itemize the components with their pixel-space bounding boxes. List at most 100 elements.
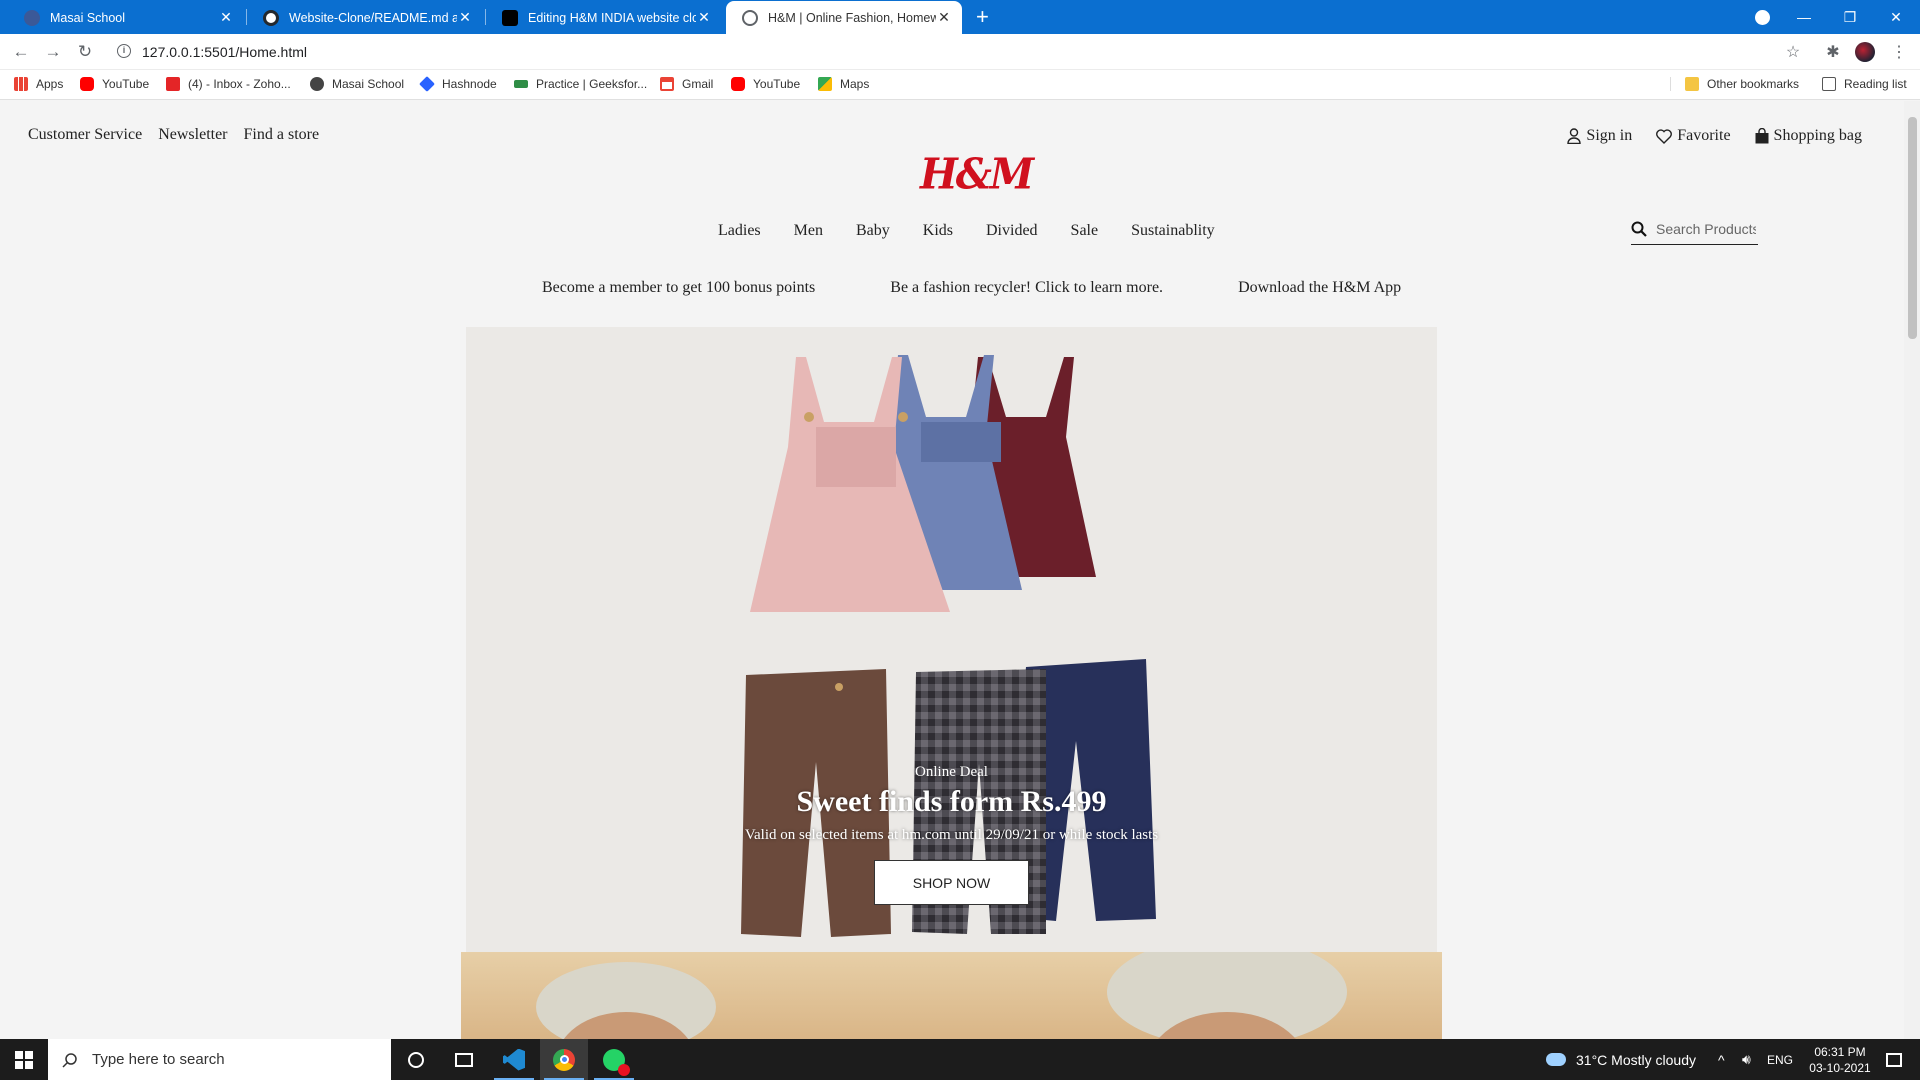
site-info-icon[interactable]: i — [117, 44, 131, 58]
tab-title: Masai School — [50, 10, 126, 25]
nav-men[interactable]: Men — [794, 222, 823, 240]
vscode-icon[interactable] — [490, 1039, 538, 1080]
bookmark-gmail[interactable]: Gmail — [660, 77, 713, 91]
close-icon[interactable]: ✕ — [696, 9, 712, 26]
customer-service-link[interactable]: Customer Service — [28, 126, 142, 144]
bookmark-label: Masai School — [332, 77, 405, 91]
profile-dropdown-icon[interactable] — [1740, 0, 1784, 34]
child-with-hat-image — [1106, 952, 1347, 1039]
clock-date: 03-10-2021 — [1809, 1060, 1871, 1075]
tab-title: Website-Clone/README.md at m — [289, 10, 457, 25]
search-box — [1631, 213, 1758, 245]
nav-divided[interactable]: Divided — [986, 222, 1038, 240]
bookmark-label: YouTube — [753, 77, 801, 91]
heart-icon — [1656, 128, 1673, 144]
tab-editing[interactable]: Editing H&M INDIA website clon ✕ — [486, 1, 722, 34]
search-icon — [62, 1052, 77, 1068]
bookmark-masai[interactable]: Masai School — [310, 77, 404, 91]
scrollbar-thumb[interactable] — [1908, 117, 1917, 339]
cloud-icon — [1546, 1053, 1566, 1066]
forward-icon[interactable]: → — [42, 41, 64, 63]
child-with-hat-image — [536, 962, 716, 1039]
gmail-icon — [660, 77, 674, 91]
web-page: Customer Service Newsletter Find a store… — [0, 101, 1904, 1039]
promo-app[interactable]: Download the H&M App — [1238, 279, 1401, 297]
whatsapp-icon[interactable] — [590, 1039, 638, 1080]
extensions-icon[interactable]: ✱ — [1822, 41, 1844, 63]
menu-icon[interactable]: ⋮ — [1888, 41, 1910, 63]
find-store-link[interactable]: Find a store — [244, 126, 320, 144]
nav-ladies[interactable]: Ladies — [718, 222, 761, 240]
new-tab-icon[interactable]: + — [976, 5, 989, 29]
folder-icon — [1685, 77, 1699, 91]
tab-hm-active[interactable]: H&M | Online Fashion, Homewar ✕ — [726, 1, 962, 34]
close-window-icon[interactable]: ✕ — [1874, 0, 1918, 34]
favorite-link[interactable]: Favorite — [1656, 127, 1731, 145]
nav-baby[interactable]: Baby — [856, 222, 890, 240]
back-icon[interactable]: ← — [10, 41, 32, 63]
close-icon[interactable]: ✕ — [218, 9, 234, 26]
other-bookmarks[interactable]: Other bookmarks — [1670, 77, 1799, 91]
weather-widget[interactable]: 31°C Mostly cloudy — [1546, 1039, 1696, 1080]
bookmark-geeksforgeeks[interactable]: Practice | Geeksfor... — [514, 77, 647, 91]
nav-kids[interactable]: Kids — [923, 222, 953, 240]
close-icon[interactable]: ✕ — [936, 9, 952, 26]
bookmark-label: Reading list — [1844, 77, 1907, 91]
promo-tile-left[interactable] — [461, 952, 952, 1039]
clock[interactable]: 06:31 PM 03-10-2021 — [1800, 1039, 1880, 1080]
bookmark-label: YouTube — [102, 77, 150, 91]
promo-tile-right[interactable] — [951, 952, 1442, 1039]
shop-now-button[interactable]: SHOP NOW — [874, 860, 1029, 905]
tab-github[interactable]: Website-Clone/README.md at m ✕ — [247, 1, 483, 34]
youtube-icon — [731, 77, 745, 91]
search-icon[interactable] — [1631, 221, 1647, 237]
bookmark-youtube-2[interactable]: YouTube — [731, 77, 800, 91]
masai-favicon-icon — [24, 9, 40, 26]
geeksforgeeks-icon — [514, 80, 528, 88]
nav-sale[interactable]: Sale — [1071, 222, 1099, 240]
language-indicator[interactable]: ENG — [1767, 1039, 1793, 1080]
url-field[interactable]: 127.0.0.1:5501/Home.html — [142, 40, 307, 64]
bookmark-label: Practice | Geeksfor... — [536, 77, 648, 91]
bookmark-hashnode[interactable]: Hashnode — [419, 76, 497, 92]
shopping-bag-link[interactable]: Shopping bag — [1755, 127, 1862, 145]
nav-sustainability[interactable]: Sustainablity — [1131, 222, 1215, 240]
volume-icon[interactable]: 🔊︎ — [1742, 1039, 1751, 1080]
taskbar-search[interactable]: Type here to search — [48, 1039, 391, 1080]
task-view-icon[interactable] — [440, 1039, 488, 1080]
hero-banner[interactable]: Online Deal Sweet finds form Rs.499 Vali… — [466, 327, 1437, 952]
promo-links: Become a member to get 100 bonus points … — [542, 279, 1401, 297]
windows-start-icon[interactable] — [0, 1039, 48, 1080]
page-scrollbar[interactable] — [1904, 101, 1920, 1039]
promo-membership[interactable]: Become a member to get 100 bonus points — [542, 279, 815, 297]
restore-icon[interactable]: ❐ — [1828, 0, 1872, 34]
close-icon[interactable]: ✕ — [457, 9, 473, 26]
minimize-icon[interactable]: — — [1782, 0, 1826, 34]
bookmark-label: Hashnode — [442, 77, 497, 91]
shopping-bag-label: Shopping bag — [1773, 127, 1862, 144]
chrome-icon[interactable] — [540, 1039, 588, 1080]
bookmark-maps[interactable]: Maps — [818, 77, 869, 91]
promo-recycler[interactable]: Be a fashion recycler! Click to learn mo… — [890, 279, 1163, 297]
reload-icon[interactable]: ↻ — [74, 41, 96, 63]
hero-product-image — [741, 355, 1156, 937]
tab-masai-school[interactable]: Masai School ✕ — [8, 1, 244, 34]
bookmark-star-icon[interactable]: ☆ — [1782, 41, 1804, 63]
bookmark-apps[interactable]: Apps — [14, 77, 63, 91]
bookmark-label: Apps — [36, 77, 64, 91]
tray-chevron-icon[interactable]: ^ — [1718, 1039, 1725, 1080]
medium-icon — [502, 9, 518, 26]
cortana-icon[interactable] — [392, 1039, 440, 1080]
github-icon — [263, 9, 279, 26]
zoho-icon — [166, 77, 180, 91]
bookmark-youtube[interactable]: YouTube — [80, 77, 149, 91]
newsletter-link[interactable]: Newsletter — [158, 126, 227, 144]
reading-list[interactable]: Reading list — [1822, 77, 1907, 91]
bookmark-zoho[interactable]: (4) - Inbox - Zoho... — [166, 77, 291, 91]
notifications-icon[interactable] — [1880, 1039, 1908, 1080]
hm-logo[interactable]: H&M — [920, 150, 1034, 199]
avatar[interactable] — [1854, 41, 1876, 63]
search-input[interactable] — [1656, 220, 1756, 237]
sign-in-link[interactable]: Sign in — [1567, 127, 1632, 145]
shopping-bag-icon — [1755, 128, 1769, 144]
